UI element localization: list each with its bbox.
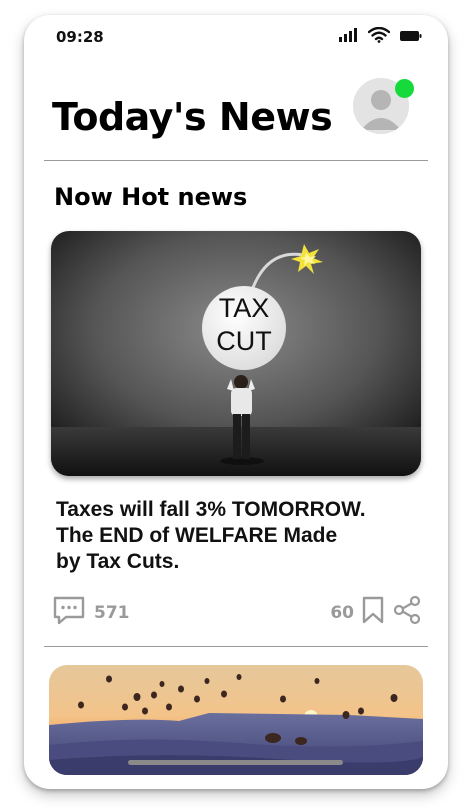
section-title: Now Hot news [54, 183, 248, 211]
battery-icon [400, 29, 422, 47]
signal-icon [338, 28, 358, 47]
home-indicator[interactable] [128, 760, 343, 765]
status-icons [338, 26, 422, 48]
bookmark-icon[interactable] [360, 595, 386, 630]
comments-button[interactable]: 571 [52, 595, 130, 630]
article-divider [44, 646, 428, 647]
headline-line-2: The END of WELFARE Made [56, 524, 338, 547]
header-divider [44, 160, 428, 161]
status-bar: 09:28 [24, 15, 448, 59]
comment-icon [52, 595, 86, 630]
headline-line-1: Taxes will fall 3% TOMORROW. [56, 498, 366, 521]
phone-frame: 09:28 Today's News Now Hot news TAX CUT … [24, 15, 448, 789]
news-card-image[interactable] [49, 665, 423, 775]
wifi-icon [367, 26, 391, 48]
featured-news-image[interactable]: TAX CUT [51, 231, 421, 476]
comment-count: 571 [94, 602, 130, 623]
status-time: 09:28 [56, 28, 104, 46]
share-icon[interactable] [392, 595, 422, 630]
headline-line-3: by Tax Cuts. [56, 550, 180, 573]
article-actions: 571 60 [52, 595, 422, 629]
bookmark-count: 60 [330, 602, 354, 623]
image-text-cut: CUT [216, 326, 272, 356]
right-actions: 60 [330, 595, 422, 630]
image-text-tax: TAX [219, 293, 270, 323]
online-status-dot [395, 79, 414, 98]
featured-headline[interactable]: Taxes will fall 3% TOMORROW. The END of … [56, 497, 426, 575]
page-title: Today's News [52, 95, 333, 139]
